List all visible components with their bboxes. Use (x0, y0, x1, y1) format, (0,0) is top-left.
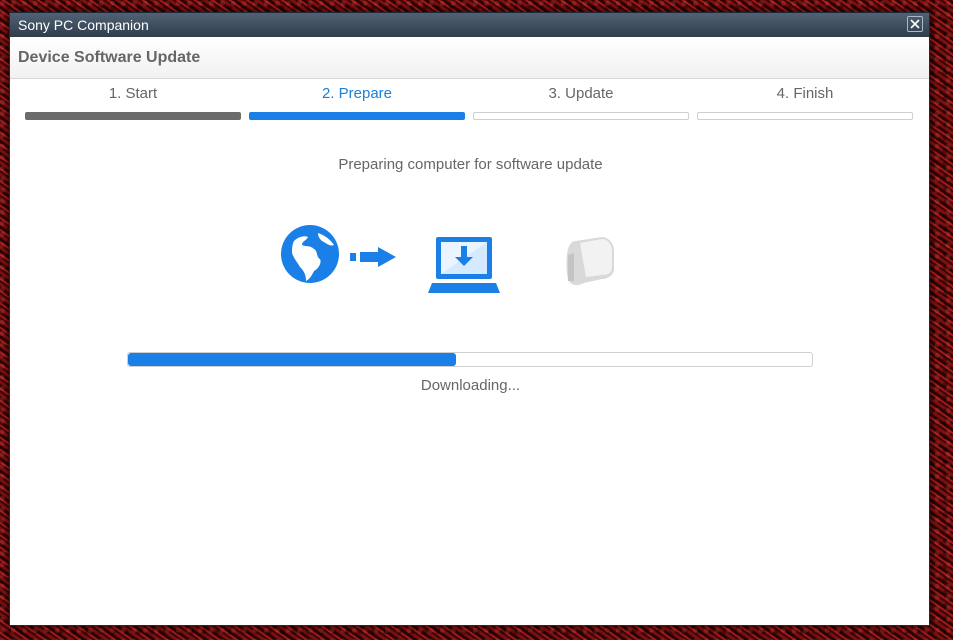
step-label: 2. Prepare (321, 85, 393, 102)
step-label: 3. Update (548, 85, 614, 102)
step-bar (697, 112, 913, 120)
progress-fill (128, 353, 457, 366)
update-illustration (280, 223, 620, 303)
step-indicator: 1. Start 2. Prepare 3. Update 4. Finish (25, 85, 915, 125)
step-update: 3. Update (473, 85, 689, 121)
window-title: Sony PC Companion (18, 17, 149, 33)
progress-label: Downloading... (420, 377, 521, 394)
header: Device Software Update (10, 37, 929, 79)
step-prepare: 2. Prepare (249, 85, 465, 121)
download-progress-bar (127, 352, 813, 367)
status-message: Preparing computer for software update (338, 156, 603, 173)
step-bar (473, 112, 689, 120)
step-label: 1. Start (108, 85, 158, 102)
laptop-download-icon (428, 237, 500, 293)
step-finish: 4. Finish (697, 85, 913, 121)
step-bar (249, 112, 465, 120)
title-bar: Sony PC Companion (10, 13, 929, 37)
close-button[interactable] (907, 16, 923, 32)
update-window: Sony PC Companion Device Software Update… (9, 12, 930, 626)
close-icon (910, 19, 920, 29)
step-label: 4. Finish (776, 85, 834, 102)
phone-icon (566, 237, 614, 286)
arrow-right-icon (350, 247, 396, 267)
step-start: 1. Start (25, 85, 241, 121)
globe-icon (281, 225, 339, 283)
page-title: Device Software Update (18, 49, 201, 66)
step-bar (25, 112, 241, 120)
